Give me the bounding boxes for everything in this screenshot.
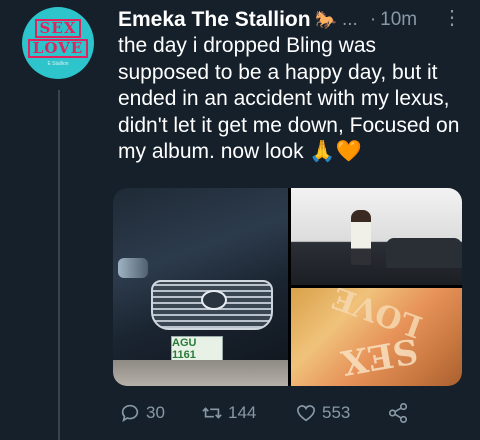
author-name[interactable]: Emeka The Stallion	[118, 8, 311, 32]
reply-button[interactable]: 30	[119, 402, 165, 424]
heart-icon	[296, 405, 316, 422]
tweet-body: the day i dropped Bling was supposed to …	[118, 34, 460, 163]
parked-car	[386, 238, 462, 268]
reply-icon	[121, 404, 139, 423]
tweet-header: Emeka The Stallion 🐎 ... · 10m ⋮	[118, 6, 470, 34]
like-count: 553	[322, 403, 351, 422]
lexus-logo-icon	[201, 290, 227, 310]
reply-count: 30	[146, 403, 165, 422]
person-figure	[351, 210, 371, 265]
like-button[interactable]: 553	[295, 402, 350, 424]
thread-line	[58, 90, 60, 440]
horse-emoji: 🐎	[314, 9, 337, 30]
avatar[interactable]: SEX LOVE E Stallion	[22, 7, 94, 79]
tweet-timestamp[interactable]: 10m	[380, 9, 417, 31]
retweet-count: 144	[228, 403, 257, 422]
praying-hands-emoji: 🙏	[309, 140, 336, 163]
avatar-logo-love: LOVE	[27, 39, 89, 58]
tweet-actions: 30 144 553	[113, 398, 453, 428]
more-options-icon[interactable]: ⋮	[442, 8, 462, 28]
retweet-button[interactable]: 144	[201, 402, 256, 424]
retweet-icon	[202, 407, 222, 419]
license-plate: AGU 1161	[171, 336, 223, 362]
avatar-logo-subtitle: E Stallion	[47, 61, 69, 67]
media-grid: AGU 1161 LOVE SEX	[113, 188, 462, 386]
album-art-sex: SEX	[338, 329, 421, 383]
separator-dot: ·	[369, 9, 377, 30]
tweet-text: the day i dropped Bling was supposed to …	[118, 33, 470, 166]
ground	[113, 360, 288, 386]
media-image-album-art[interactable]: LOVE SEX	[291, 288, 462, 386]
share-button[interactable]	[387, 402, 414, 424]
name-ellipsis: ...	[341, 9, 358, 30]
avatar-logo-sex: SEX	[34, 19, 82, 38]
media-image-person[interactable]	[291, 188, 462, 285]
orange-heart-emoji: 🧡	[335, 140, 362, 163]
share-icon	[388, 403, 408, 423]
car-headlight	[118, 258, 148, 278]
media-image-car[interactable]: AGU 1161	[113, 188, 288, 386]
